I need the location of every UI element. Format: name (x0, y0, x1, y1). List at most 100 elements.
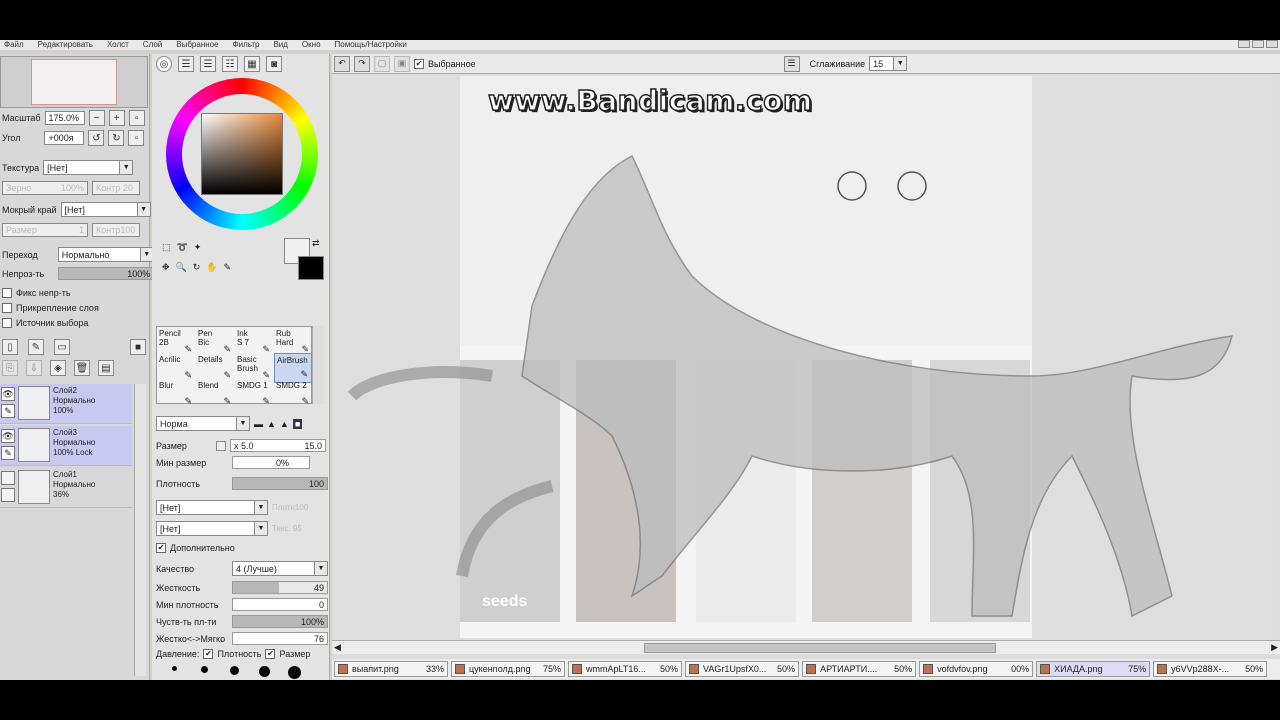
clip-layer-checkbox[interactable] (2, 303, 12, 313)
sensitivity-slider[interactable]: 100% (232, 615, 328, 628)
document-tab[interactable]: VAGr1UpsfX0... 50% (685, 661, 800, 677)
layer-edit-icon[interactable]: ✎ (1, 404, 15, 418)
rotate-tool-icon[interactable]: ↻ (193, 262, 201, 273)
brush-shape-round-icon[interactable]: ▲ (267, 419, 276, 429)
scroll-left-icon[interactable]: ◀ (334, 642, 341, 653)
brush-size-preset[interactable] (194, 666, 214, 673)
brush-texture-dropdown[interactable]: [Нет] ▼ (156, 521, 268, 536)
delete-layer-icon[interactable]: 🗑 (74, 360, 90, 376)
visibility-eye-icon[interactable]: 👁 (1, 429, 15, 443)
zoom-out-icon[interactable]: − (88, 110, 105, 126)
wet-edge-dropdown[interactable]: [Нет] ▼ (60, 202, 151, 217)
merge-down-icon[interactable]: ⇩ (26, 360, 42, 376)
visibility-eye-icon[interactable]: 👁 (1, 387, 15, 401)
blend-mode-dropdown[interactable]: Нормально ▼ (57, 247, 154, 262)
hardness-slider[interactable]: 49 (232, 581, 328, 594)
brush-shape-round2-icon[interactable]: ▲ (280, 419, 289, 429)
layer-edit-icon[interactable]: ✎ (1, 446, 15, 460)
navigator-viewport[interactable] (31, 59, 117, 105)
clear-layer-icon[interactable]: ◈ (50, 360, 66, 376)
new-layer-icon[interactable]: ▯ (2, 339, 18, 355)
layer-item-sloy1[interactable]: Слой1 Нормально 36% (0, 468, 132, 508)
flip-icon[interactable]: ▫ (128, 130, 145, 146)
smoothing-dropdown[interactable]: 15 ▼ (869, 56, 908, 71)
layer-item-sloy3[interactable]: 👁 ✎ Слой3 Нормально 100% Lock (0, 426, 132, 466)
menu-filter[interactable]: Фильтр (233, 40, 260, 50)
document-tab[interactable]: цукенnолд.png 75% (451, 661, 566, 677)
magic-wand-icon[interactable]: ✦ (194, 242, 202, 253)
document-tab[interactable]: vofdvfov.png 00% (919, 661, 1034, 677)
navigator-preview[interactable] (0, 56, 148, 108)
brush-shape-flat-icon[interactable]: ▬ (254, 419, 263, 429)
opacity-slider[interactable]: 100% (58, 267, 155, 280)
pressure-size-checkbox[interactable]: ✔ (265, 649, 276, 659)
menu-canvas[interactable]: Холст (107, 40, 129, 50)
quality-dropdown[interactable]: 4 (Лучше) ▼ (232, 561, 328, 576)
selection-source-checkbox[interactable] (2, 318, 12, 328)
deselect-icon[interactable]: ▢ (374, 55, 390, 72)
menu-selection[interactable]: Выбранное (176, 40, 218, 50)
minimize-button[interactable] (1238, 40, 1250, 48)
menu-layer[interactable]: Слой (143, 40, 162, 50)
scroll-right-icon[interactable]: ▶ (1271, 642, 1278, 653)
zoom-field[interactable]: 175.0% (44, 111, 85, 125)
soft-hard-slider[interactable]: 76 (232, 632, 328, 645)
redo-icon[interactable]: ↷ (354, 55, 370, 72)
layer-menu-icon[interactable]: ▤ (98, 360, 114, 376)
advanced-checkbox[interactable]: ✔ (156, 543, 166, 553)
scratchpad-tab-icon[interactable]: ◙ (266, 56, 282, 72)
brush-tool-smdg-1[interactable]: SMDG 1 ✎ (235, 379, 273, 409)
brush-size-preset[interactable] (284, 666, 304, 679)
rect-select-icon[interactable]: ⬚ (162, 242, 171, 253)
pressure-density-checkbox[interactable]: ✔ (203, 649, 214, 659)
layers-scrollbar[interactable] (134, 384, 146, 676)
zoom-reset-icon[interactable]: ▫ (128, 110, 145, 126)
menu-edit[interactable]: Редактировать (38, 40, 93, 50)
undo-icon[interactable]: ↶ (334, 55, 350, 72)
new-vector-layer-icon[interactable]: ✎ (28, 339, 44, 355)
maximize-button[interactable] (1252, 40, 1264, 48)
brush-shape-dropdown[interactable]: [Нет] ▼ (156, 500, 268, 515)
document-tab[interactable]: y6VVp288X-... 50% (1153, 661, 1268, 677)
density-slider[interactable]: 100 (232, 477, 328, 490)
palette-tab-icon[interactable]: ▦ (244, 56, 260, 72)
menu-window[interactable]: Окно (302, 40, 321, 50)
document-tab[interactable]: АРТИАРТИ.... 50% (802, 661, 917, 677)
document-tab[interactable]: ХИАДА.png 75% (1036, 661, 1151, 677)
invert-selection-icon[interactable]: ▣ (394, 55, 410, 72)
min-size-slider[interactable]: 0% (232, 456, 310, 469)
rotate-left-icon[interactable]: ↺ (88, 130, 105, 146)
lock-opacity-checkbox[interactable] (2, 288, 12, 298)
menu-help[interactable]: Помощь/Настройки (335, 40, 407, 50)
rgb-slider-tab-icon[interactable]: ☰ (178, 56, 194, 72)
brush-tool-blend[interactable]: Blend ✎ (196, 379, 234, 409)
zoom-tool-icon[interactable]: 🔍 (176, 262, 187, 273)
stabilizer-menu-icon[interactable]: ☰ (783, 55, 800, 72)
document-tab[interactable]: выапит.png 33% (334, 661, 449, 677)
brush-tool-blur[interactable]: Blur ✎ (157, 379, 195, 409)
rotate-right-icon[interactable]: ↻ (108, 130, 125, 146)
brush-size-preset[interactable] (224, 666, 244, 675)
brush-size-slider[interactable]: x 5.0 15.0 (230, 439, 326, 452)
new-folder-icon[interactable]: ▭ (54, 339, 70, 355)
lasso-select-icon[interactable]: ➰ (177, 242, 188, 253)
angle-field[interactable]: +000я (44, 131, 85, 145)
color-wheel-tab-icon[interactable]: ◎ (156, 56, 172, 72)
copy-layer-icon[interactable]: ⎘ (2, 360, 18, 376)
move-tool-icon[interactable]: ✥ (162, 262, 170, 273)
show-selection-checkbox[interactable]: ✔ (414, 58, 424, 69)
size-multiplier-icon[interactable] (216, 440, 226, 451)
document-tab[interactable]: wmmApLT16... 50% (568, 661, 683, 677)
menu-file[interactable]: Файл (4, 40, 24, 50)
min-density-slider[interactable]: 0 (232, 598, 328, 611)
hand-tool-icon[interactable]: ✋ (206, 262, 217, 273)
mask-icon[interactable]: ■ (130, 339, 146, 355)
layer-edit-icon[interactable] (1, 488, 15, 502)
brush-shape-square-icon[interactable]: ■ (292, 418, 303, 429)
eyedropper-icon[interactable]: ✎ (224, 262, 232, 273)
zoom-in-icon[interactable]: + (108, 110, 125, 126)
brush-size-preset[interactable] (164, 666, 184, 671)
brush-grid-scrollbar[interactable] (312, 326, 324, 404)
visibility-eye-icon[interactable] (1, 471, 15, 485)
canvas-horizontal-scrollbar[interactable]: ◀ ▶ (332, 640, 1280, 654)
